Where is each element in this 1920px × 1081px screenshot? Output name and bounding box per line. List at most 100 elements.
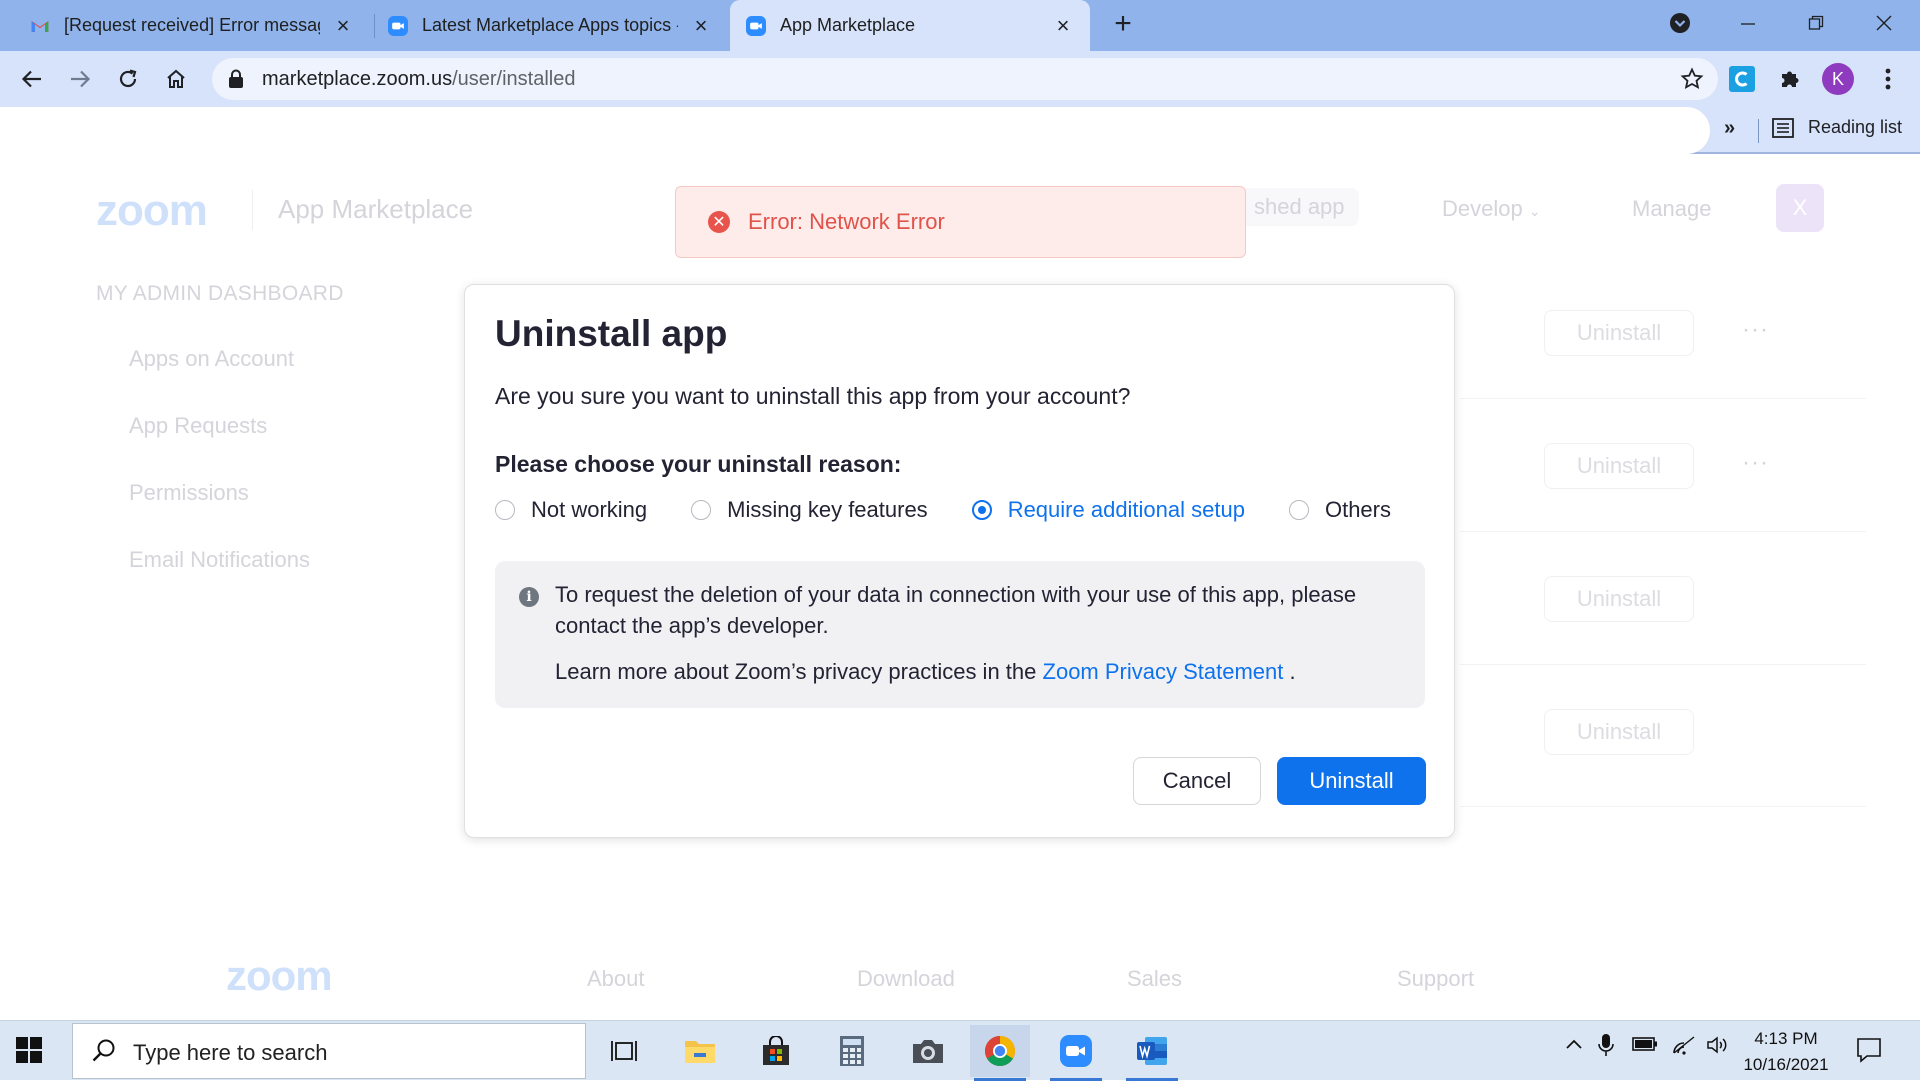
row-divider xyxy=(1460,531,1866,532)
footer-link-download[interactable]: Download xyxy=(857,966,955,992)
reading-list-button[interactable]: Reading list xyxy=(1772,117,1902,138)
extensions-puzzle-icon[interactable] xyxy=(1774,63,1806,95)
page-title[interactable]: App Marketplace xyxy=(278,194,473,225)
reason-not-working[interactable]: Not working xyxy=(495,497,647,523)
home-icon[interactable] xyxy=(160,63,192,95)
store-icon[interactable] xyxy=(746,1025,806,1077)
back-icon[interactable] xyxy=(16,63,48,95)
reason-others[interactable]: Others xyxy=(1288,497,1391,523)
close-tab-icon[interactable]: × xyxy=(332,13,354,38)
develop-menu[interactable]: Develop ⌄ xyxy=(1442,196,1541,222)
chevron-down-icon: ⌄ xyxy=(1528,203,1541,219)
error-x-icon: ✕ xyxy=(708,211,730,233)
microphone-icon[interactable] xyxy=(1598,1033,1614,1062)
address-bar[interactable]: marketplace.zoom.us/user/installed xyxy=(212,58,1718,100)
row-more-icon[interactable]: ··· xyxy=(1742,449,1769,477)
tab-marketplace-topics[interactable]: Latest Marketplace Apps topics - × xyxy=(376,0,728,51)
error-message: Error: Network Error xyxy=(748,209,945,234)
privacy-statement-link[interactable]: Zoom Privacy Statement xyxy=(1043,659,1284,684)
sidebar-item-app-requests[interactable]: App Requests xyxy=(129,413,267,439)
calculator-icon[interactable] xyxy=(822,1025,882,1077)
row-more-icon[interactable]: ··· xyxy=(1742,316,1769,344)
tab-app-marketplace[interactable]: App Marketplace × xyxy=(730,0,1090,51)
volume-icon[interactable] xyxy=(1706,1035,1730,1060)
dialog-question: Are you sure you want to uninstall this … xyxy=(495,383,1131,409)
uninstall-button[interactable]: Uninstall xyxy=(1277,757,1426,805)
redacted-bookmarks xyxy=(0,107,1710,154)
published-app-link[interactable]: shed app xyxy=(1240,188,1359,226)
chrome-menu-icon[interactable] xyxy=(1872,63,1904,95)
profile-avatar[interactable]: K xyxy=(1822,63,1854,95)
sidebar-item-permissions[interactable]: Permissions xyxy=(129,480,249,506)
tab-separator xyxy=(374,14,375,38)
minimize-icon[interactable] xyxy=(1720,0,1776,45)
header-divider xyxy=(252,190,253,230)
camera-icon[interactable] xyxy=(898,1025,958,1077)
show-hidden-icons-chevron[interactable] xyxy=(1564,1035,1584,1060)
row-uninstall-button[interactable]: Uninstall xyxy=(1544,709,1694,755)
windows-start-icon[interactable] xyxy=(16,1037,42,1068)
radio-circle[interactable] xyxy=(691,500,712,520)
uninstall-dialog: Uninstall app Are you sure you want to u… xyxy=(464,284,1455,838)
extension-c-icon[interactable] xyxy=(1726,63,1758,95)
row-uninstall-button[interactable]: Uninstall xyxy=(1544,443,1694,489)
task-view-icon[interactable] xyxy=(594,1025,654,1077)
zoom-icon xyxy=(388,15,408,36)
taskbar-search-input[interactable]: Type here to search xyxy=(72,1023,586,1079)
bookmark-star-icon[interactable] xyxy=(1680,67,1704,91)
browser-toolbar: marketplace.zoom.us/user/installed K xyxy=(0,51,1920,107)
windows-taskbar: Type here to search 4:13 PM 10/16/2021 xyxy=(0,1020,1920,1081)
footer-link-sales[interactable]: Sales xyxy=(1127,966,1182,992)
manage-link[interactable]: Manage xyxy=(1632,196,1712,222)
wifi-icon[interactable] xyxy=(1672,1035,1696,1060)
close-window-icon[interactable] xyxy=(1856,0,1912,45)
chrome-taskbar-icon[interactable] xyxy=(970,1025,1030,1081)
reading-list-icon xyxy=(1772,117,1794,138)
info-icon: i xyxy=(519,587,539,607)
lock-icon xyxy=(229,69,243,88)
row-uninstall-button[interactable]: Uninstall xyxy=(1544,310,1694,356)
footer-link-about[interactable]: About xyxy=(587,966,645,992)
bookmarks-separator xyxy=(1758,119,1759,143)
browser-tab-strip: [Request received] Error message × Lates… xyxy=(0,0,1920,51)
notification-center-icon[interactable] xyxy=(1856,1037,1882,1068)
reason-label: Please choose your uninstall reason: xyxy=(495,451,902,477)
url-text: marketplace.zoom.us/user/installed xyxy=(262,68,576,90)
row-divider xyxy=(1460,664,1866,665)
tab-search-icon[interactable] xyxy=(1652,0,1708,45)
reload-icon[interactable] xyxy=(112,63,144,95)
cancel-button[interactable]: Cancel xyxy=(1133,757,1261,805)
new-tab-button[interactable]: + xyxy=(1106,8,1140,42)
sidebar-item-email-notifications[interactable]: Email Notifications xyxy=(129,547,310,573)
data-deletion-text: To request the deletion of your data in … xyxy=(555,582,1357,638)
privacy-text: Learn more about Zoom’s privacy practice… xyxy=(555,659,1296,684)
row-uninstall-button[interactable]: Uninstall xyxy=(1544,576,1694,622)
zoom-logo[interactable]: zoom xyxy=(96,186,208,236)
footer-link-support[interactable]: Support xyxy=(1397,966,1474,992)
search-icon xyxy=(92,1039,115,1062)
zoom-taskbar-icon[interactable] xyxy=(1046,1025,1106,1081)
footer-zoom-logo[interactable]: zoom xyxy=(226,952,333,1000)
user-avatar[interactable]: X xyxy=(1776,184,1824,232)
forward-icon[interactable] xyxy=(64,63,96,95)
reason-missing-key-features[interactable]: Missing key features xyxy=(691,497,928,523)
battery-icon[interactable] xyxy=(1632,1035,1658,1058)
more-bookmarks-button[interactable]: » xyxy=(1724,117,1735,140)
row-divider xyxy=(1460,806,1866,807)
radio-circle-selected[interactable] xyxy=(971,500,992,520)
taskbar-clock[interactable]: 4:13 PM 10/16/2021 xyxy=(1736,1026,1836,1078)
radio-circle[interactable] xyxy=(495,500,515,520)
close-tab-icon[interactable]: × xyxy=(690,13,712,38)
reason-radio-group: Not working Missing key features Require… xyxy=(495,495,1435,525)
close-tab-icon[interactable]: × xyxy=(1052,13,1074,38)
file-explorer-icon[interactable] xyxy=(670,1025,730,1077)
tab-gmail[interactable]: [Request received] Error message × xyxy=(0,0,370,51)
dialog-title: Uninstall app xyxy=(495,313,728,354)
reason-require-additional-setup[interactable]: Require additional setup xyxy=(971,497,1245,523)
radio-circle[interactable] xyxy=(1288,500,1309,520)
sidebar-item-apps-on-account[interactable]: Apps on Account xyxy=(129,346,294,372)
error-toast: ✕ Error: Network Error xyxy=(675,186,1246,258)
word-taskbar-icon[interactable] xyxy=(1122,1025,1182,1081)
restore-icon[interactable] xyxy=(1788,0,1844,45)
privacy-info-box: i To request the deletion of your data i… xyxy=(495,561,1425,708)
